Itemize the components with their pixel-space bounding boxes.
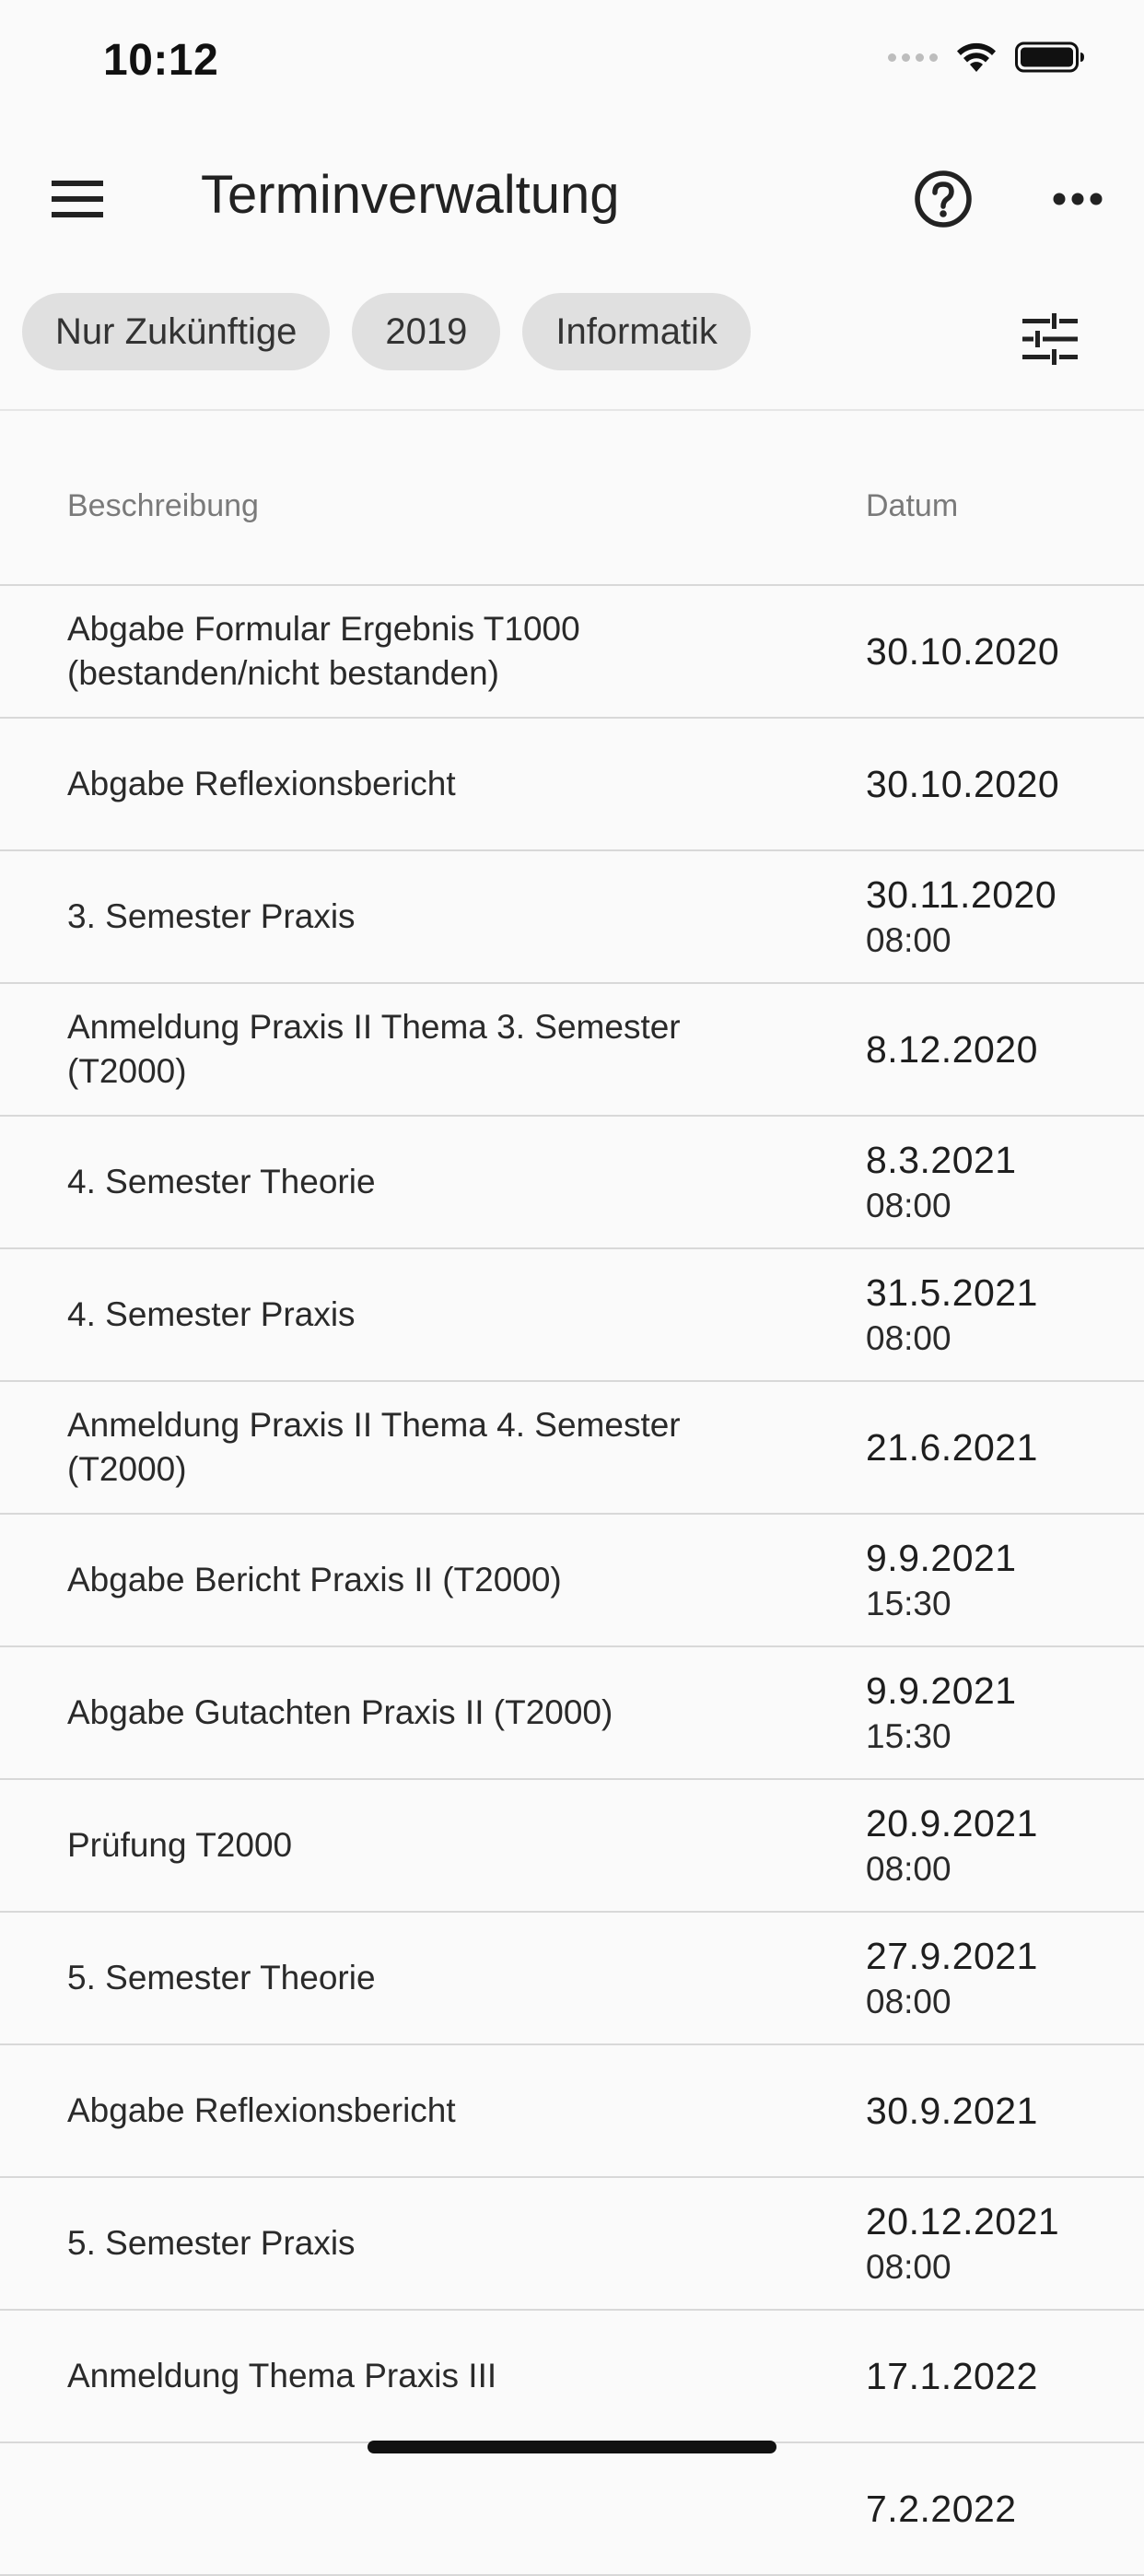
row-date: 8.3.2021 xyxy=(866,1139,1017,1181)
column-header-description[interactable]: Beschreibung xyxy=(67,488,259,524)
row-date: 9.9.2021 xyxy=(866,1537,1017,1579)
chip-course[interactable]: Informatik xyxy=(522,293,751,370)
battery-icon xyxy=(1015,41,1084,73)
status-icons xyxy=(888,41,1085,74)
row-description: Anmeldung Thema Praxis III xyxy=(67,2357,497,2395)
tune-icon xyxy=(1022,313,1078,365)
chip-nur-zukuenftige[interactable]: Nur Zukünftige xyxy=(22,293,331,370)
row-date: 8.12.2020 xyxy=(866,1028,1038,1071)
help-circle-icon xyxy=(915,170,972,228)
filter-chips: Nur Zukünftige 2019 Informatik xyxy=(22,293,751,370)
status-bar: 10:12 xyxy=(0,0,1144,122)
row-description: 5. Semester Praxis xyxy=(67,2224,356,2262)
table-header: Beschreibung Datum xyxy=(0,411,1144,586)
row-date-cell: 20.12.2021 08:00 xyxy=(866,2178,1059,2309)
row-date: 27.9.2021 xyxy=(866,1935,1038,1977)
row-description: Abgabe Reflexionsbericht xyxy=(67,2091,456,2129)
row-description: 5. Semester Theorie xyxy=(67,1959,376,1996)
app-bar: Terminverwaltung xyxy=(0,122,1144,276)
row-date-cell: 8.3.2021 08:00 xyxy=(866,1117,1017,1247)
row-date: 20.12.2021 xyxy=(866,2200,1060,2242)
table-row[interactable]: 4. Semester Theorie 8.3.2021 08:00 xyxy=(0,1117,1144,1249)
row-description: Prüfung T2000 xyxy=(67,1826,293,1864)
row-date-cell: 31.5.2021 08:00 xyxy=(866,1249,1038,1380)
table-row[interactable]: 5. Semester Praxis 20.12.2021 08:00 xyxy=(0,2178,1144,2311)
row-date: 31.5.2021 xyxy=(866,1271,1038,1314)
table-row[interactable]: Abgabe Formular Ergebnis T1000 (bestande… xyxy=(0,586,1144,719)
row-date-cell: 8.12.2020 xyxy=(866,984,1038,1115)
row-description: 4. Semester Praxis xyxy=(67,1295,356,1333)
row-date-cell: 30.11.2020 08:00 xyxy=(866,851,1056,982)
help-button[interactable] xyxy=(903,158,984,240)
row-date: 7.2.2022 xyxy=(866,2488,1017,2530)
row-time: 15:30 xyxy=(866,1585,951,1622)
table-row[interactable]: 4. Semester Praxis 31.5.2021 08:00 xyxy=(0,1249,1144,1382)
row-date-cell: 27.9.2021 08:00 xyxy=(866,1913,1038,2043)
row-time: 08:00 xyxy=(866,1319,951,1357)
row-time: 15:30 xyxy=(866,1717,951,1755)
table-row[interactable]: 5. Semester Theorie 27.9.2021 08:00 xyxy=(0,1913,1144,2045)
row-date-cell: 9.9.2021 15:30 xyxy=(866,1515,1017,1645)
table-row[interactable]: Anmeldung Praxis II Thema 3. Semester (T… xyxy=(0,984,1144,1117)
row-date-cell: 7.2.2022 xyxy=(866,2443,1017,2574)
row-time: 08:00 xyxy=(866,1187,951,1224)
row-date: 9.9.2021 xyxy=(866,1669,1017,1712)
row-time: 08:00 xyxy=(866,1983,951,2020)
row-date: 21.6.2021 xyxy=(866,1426,1038,1469)
row-date-cell: 30.9.2021 xyxy=(866,2045,1038,2176)
row-description: 4. Semester Theorie xyxy=(67,1163,376,1200)
row-description: Abgabe Formular Ergebnis T1000 (bestande… xyxy=(67,610,580,692)
row-date-cell: 20.9.2021 08:00 xyxy=(866,1780,1038,1911)
status-time: 10:12 xyxy=(103,36,219,85)
row-date: 20.9.2021 xyxy=(866,1802,1038,1844)
page-title: Terminverwaltung xyxy=(201,165,620,225)
row-date-cell: 17.1.2022 xyxy=(866,2311,1038,2441)
table-row[interactable]: Abgabe Reflexionsbericht 30.10.2020 xyxy=(0,719,1144,851)
column-header-date[interactable]: Datum xyxy=(866,488,958,524)
appointments-table: Beschreibung Datum Abgabe Formular Ergeb… xyxy=(0,411,1144,2576)
row-description: Abgabe Gutachten Praxis II (T2000) xyxy=(67,1693,613,1731)
filter-settings-button[interactable] xyxy=(1010,299,1091,380)
table-row[interactable]: Abgabe Reflexionsbericht 30.9.2021 xyxy=(0,2045,1144,2178)
table-row[interactable]: Anmeldung Thema Praxis III 17.1.2022 xyxy=(0,2311,1144,2443)
menu-button[interactable] xyxy=(37,158,118,240)
table-row[interactable]: 3. Semester Praxis 30.11.2020 08:00 xyxy=(0,851,1144,984)
row-description: Abgabe Reflexionsbericht xyxy=(67,765,456,802)
row-description: Anmeldung Praxis II Thema 3. Semester (T… xyxy=(67,1008,681,1090)
home-indicator[interactable] xyxy=(368,2441,776,2453)
table-row[interactable]: Abgabe Gutachten Praxis II (T2000) 9.9.2… xyxy=(0,1647,1144,1780)
row-date: 30.9.2021 xyxy=(866,2090,1038,2132)
row-date: 30.10.2020 xyxy=(866,630,1060,673)
table-row[interactable]: 7.2.2022 xyxy=(0,2443,1144,2576)
chip-year[interactable]: 2019 xyxy=(352,293,501,370)
row-description: Abgabe Bericht Praxis II (T2000) xyxy=(67,1561,562,1598)
row-date: 30.11.2020 xyxy=(866,873,1057,916)
row-description: Anmeldung Praxis II Thema 4. Semester (T… xyxy=(67,1406,681,1488)
row-date: 30.10.2020 xyxy=(866,763,1060,805)
more-options-button[interactable] xyxy=(1037,158,1118,240)
row-time: 08:00 xyxy=(866,921,951,959)
row-description: 3. Semester Praxis xyxy=(67,897,356,935)
more-horizontal-icon xyxy=(1053,193,1103,205)
wifi-icon xyxy=(957,42,996,72)
filter-bar: Nur Zukünftige 2019 Informatik xyxy=(0,276,1144,411)
row-time: 08:00 xyxy=(866,1850,951,1888)
row-date-cell: 30.10.2020 xyxy=(866,586,1059,717)
row-date-cell: 21.6.2021 xyxy=(866,1382,1038,1513)
row-date: 17.1.2022 xyxy=(866,2355,1038,2397)
row-date-cell: 9.9.2021 15:30 xyxy=(866,1647,1017,1778)
row-time: 08:00 xyxy=(866,2248,951,2286)
row-description xyxy=(67,2443,730,2574)
cellular-signal-icon xyxy=(888,53,938,62)
row-date-cell: 30.10.2020 xyxy=(866,719,1059,849)
menu-icon xyxy=(52,181,103,217)
table-row[interactable]: Abgabe Bericht Praxis II (T2000) 9.9.202… xyxy=(0,1515,1144,1647)
table-row[interactable]: Anmeldung Praxis II Thema 4. Semester (T… xyxy=(0,1382,1144,1515)
table-row[interactable]: Prüfung T2000 20.9.2021 08:00 xyxy=(0,1780,1144,1913)
